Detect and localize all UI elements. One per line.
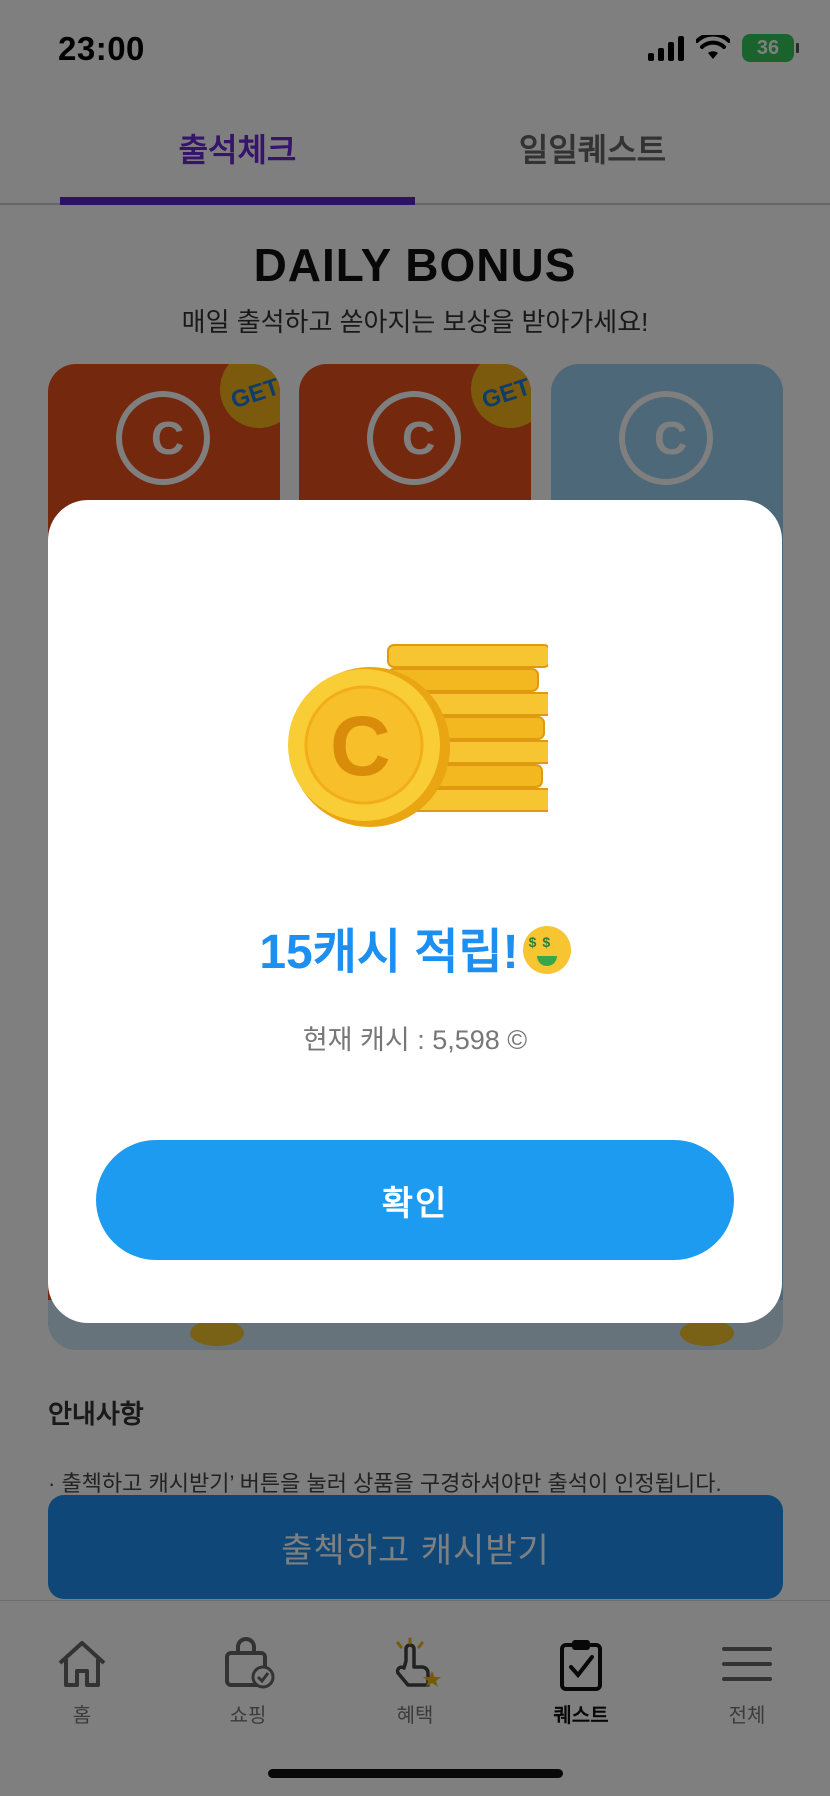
modal-title: 15캐시 적립!: [48, 912, 782, 982]
current-cash-balance: 현재 캐시 : 5,598 ©: [302, 1025, 528, 1055]
svg-text:C: C: [330, 699, 391, 793]
money-mouth-face-icon: [522, 926, 571, 974]
reward-modal: C 15캐시 적립! 현재 캐시 : 5,598 © 확인: [48, 500, 782, 1323]
coin-stack-icon: C: [288, 644, 548, 827]
confirm-button[interactable]: 확인: [96, 1140, 734, 1260]
reward-text: 15캐시 적립!: [259, 926, 519, 979]
